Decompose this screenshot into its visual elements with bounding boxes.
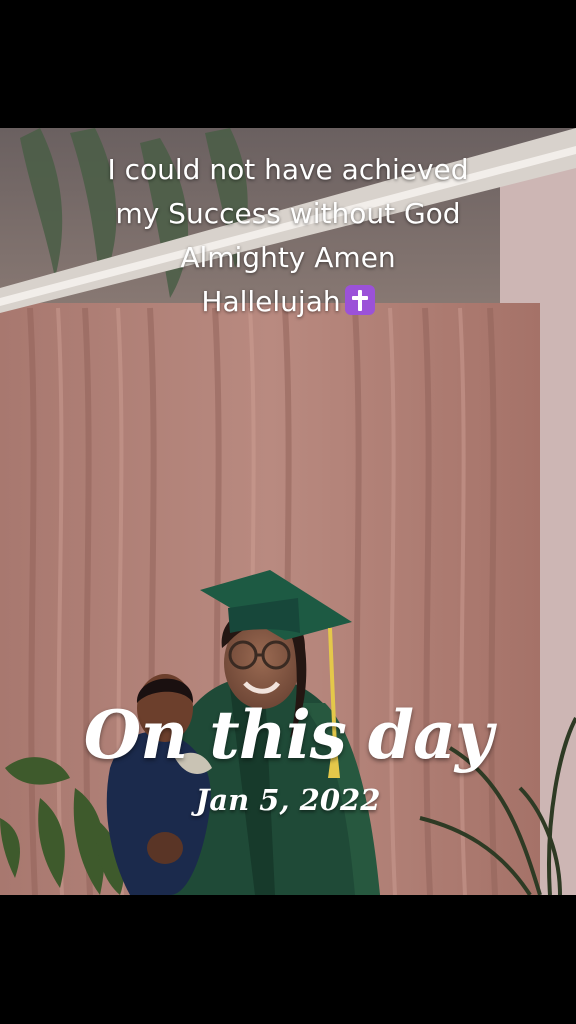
memory-title: On this day <box>83 696 493 774</box>
latin-cross-icon <box>344 285 375 315</box>
memory-date: Jan 5, 2022 <box>195 783 381 817</box>
video-caption: I could not have achieved my Success wit… <box>0 148 576 324</box>
caption-text: I could not have achieved my Success wit… <box>107 153 469 318</box>
video-screen[interactable]: I could not have achieved my Success wit… <box>0 0 576 1024</box>
